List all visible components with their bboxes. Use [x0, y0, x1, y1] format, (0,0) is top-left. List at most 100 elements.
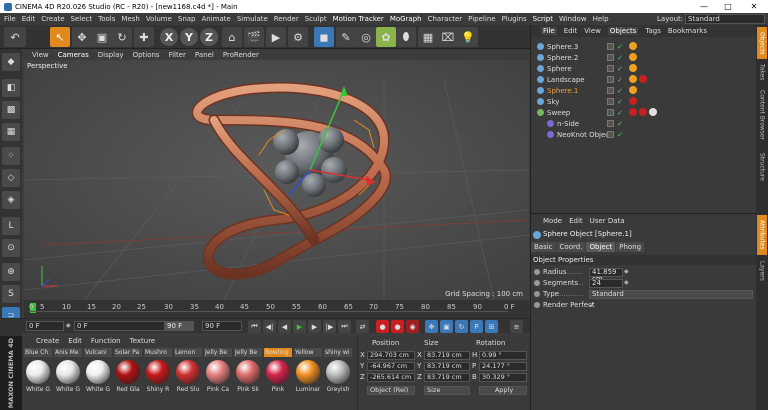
material-item[interactable]: Luminar: [294, 360, 322, 406]
size-z-field[interactable]: 83.719 cm: [424, 373, 470, 382]
object-tag-icon[interactable]: [629, 86, 637, 94]
enable-axis-icon[interactable]: L: [2, 217, 20, 235]
object-name[interactable]: Landscape: [547, 76, 585, 84]
attr-menu-edit[interactable]: Edit: [569, 217, 583, 225]
menu-script[interactable]: Script: [533, 15, 553, 23]
type-anim-dot[interactable]: [534, 291, 540, 297]
enabled-check-icon[interactable]: ✓: [617, 65, 623, 73]
object-row[interactable]: Sphere ✓: [531, 63, 757, 74]
menu-file[interactable]: File: [4, 15, 16, 23]
objects-menu-objects[interactable]: Objects: [607, 27, 639, 35]
object-tag-icon[interactable]: [629, 42, 637, 50]
side-tab-takes[interactable]: Takes: [757, 61, 767, 83]
object-name[interactable]: Sphere: [547, 65, 572, 73]
material-item[interactable]: Red Gla: [114, 360, 142, 406]
menu-sculpt[interactable]: Sculpt: [305, 15, 327, 23]
material-menu-function[interactable]: Function: [91, 337, 121, 345]
pen-icon[interactable]: ✎: [336, 27, 356, 47]
object-name[interactable]: n-Side: [557, 120, 579, 128]
object-row[interactable]: NeoKnot Object ✓: [531, 129, 757, 140]
size-y-field[interactable]: 83.719 cm: [424, 362, 470, 371]
visibility-toggle[interactable]: [607, 120, 614, 127]
autokey-icon[interactable]: ●: [391, 320, 404, 333]
objects-menu-view[interactable]: View: [584, 27, 601, 35]
side-tab-layers[interactable]: Layers: [757, 257, 767, 285]
material-item[interactable]: Pink Ca: [204, 360, 232, 406]
menu-animate[interactable]: Animate: [202, 15, 231, 23]
viewport-menu-view[interactable]: View: [32, 51, 49, 59]
type-select[interactable]: Standard: [589, 290, 753, 299]
object-row[interactable]: Sweep ✓: [531, 107, 757, 118]
material-tab[interactable]: Yellow: [294, 348, 322, 357]
prev-frame-icon[interactable]: ◀: [278, 320, 291, 333]
size-mode-select[interactable]: Size: [424, 386, 470, 395]
enabled-check-icon[interactable]: ✓: [617, 131, 623, 139]
visibility-toggle[interactable]: [607, 43, 614, 50]
material-tab[interactable]: Vulcani: [84, 348, 112, 357]
menu-create[interactable]: Create: [41, 15, 64, 23]
attr-menu-user-data[interactable]: User Data: [590, 217, 625, 225]
objects-menu-edit[interactable]: Edit: [564, 27, 578, 35]
viewport-menu-prorender[interactable]: ProRender: [223, 51, 259, 59]
subdivision-icon[interactable]: ◎: [356, 27, 376, 47]
object-name[interactable]: Sweep: [547, 109, 570, 117]
model-mode-icon[interactable]: ◧: [2, 79, 20, 97]
coordinate-system-icon[interactable]: ⌂: [222, 27, 242, 47]
x-axis-icon[interactable]: X: [160, 28, 178, 46]
solo-icon[interactable]: S: [2, 285, 20, 303]
menu-render[interactable]: Render: [274, 15, 299, 23]
light-icon[interactable]: 💡: [458, 27, 478, 47]
menu-simulate[interactable]: Simulate: [237, 15, 268, 23]
enabled-check-icon[interactable]: ✓: [617, 54, 623, 62]
rot-b-field[interactable]: 30.329 °: [479, 373, 527, 382]
render-picture-viewer-icon[interactable]: ▶: [266, 27, 286, 47]
snap-icon[interactable]: ⊕: [2, 263, 20, 281]
viewport-menu-cameras[interactable]: Cameras: [58, 51, 89, 59]
end-frame-field[interactable]: 90 F: [202, 321, 242, 331]
visibility-toggle[interactable]: [607, 109, 614, 116]
material-tab[interactable]: Jelly Be: [204, 348, 232, 357]
enabled-check-icon[interactable]: ✓: [617, 120, 623, 128]
keyframe-selection-icon[interactable]: ◉: [406, 320, 419, 333]
record-key-icon[interactable]: ●: [376, 320, 389, 333]
material-item[interactable]: White G: [54, 360, 82, 406]
object-row[interactable]: Sky ✓: [531, 96, 757, 107]
coordinate-mode-select[interactable]: Object (Rel): [367, 386, 415, 395]
material-item[interactable]: Shiny R: [144, 360, 172, 406]
visibility-toggle[interactable]: [607, 87, 614, 94]
object-row[interactable]: Landscape ✓: [531, 74, 757, 85]
rotation-key-icon[interactable]: ↻: [455, 320, 468, 333]
visibility-toggle[interactable]: [607, 131, 614, 138]
material-menu-create[interactable]: Create: [36, 337, 59, 345]
tab-coord[interactable]: Coord.: [556, 242, 586, 252]
prev-key-icon[interactable]: ◀|: [263, 320, 276, 333]
undo-icon[interactable]: ↶: [4, 27, 26, 47]
cube-icon[interactable]: ◼: [314, 27, 334, 47]
apply-button[interactable]: Apply: [479, 386, 527, 395]
start-frame-field[interactable]: 0 F: [26, 321, 64, 331]
enabled-check-icon[interactable]: ✓: [617, 76, 623, 84]
menu-mesh[interactable]: Mesh: [121, 15, 139, 23]
side-tab-structure[interactable]: Structure: [757, 147, 767, 187]
menu-plugins[interactable]: Plugins: [502, 15, 527, 23]
go-to-end-icon[interactable]: ⏭: [338, 320, 351, 333]
menu-snap[interactable]: Snap: [178, 15, 196, 23]
maximize-button[interactable]: □: [718, 0, 738, 13]
object-name[interactable]: NeoKnot Object: [557, 131, 612, 139]
start-frame-spin[interactable]: ◆: [66, 322, 71, 329]
enabled-check-icon[interactable]: ✓: [617, 43, 623, 51]
object-tag-icon[interactable]: [639, 108, 647, 116]
play-icon[interactable]: ▶: [293, 320, 306, 333]
objects-menu-tags[interactable]: Tags: [645, 27, 661, 35]
menu-select[interactable]: Select: [71, 15, 93, 23]
object-row[interactable]: n-Side ✓: [531, 118, 757, 129]
tab-object[interactable]: Object: [586, 242, 616, 252]
cloner-icon[interactable]: ✿: [376, 27, 396, 47]
objects-menu-bookmarks[interactable]: Bookmarks: [668, 27, 707, 35]
radius-spin[interactable]: ◆: [624, 268, 629, 275]
close-button[interactable]: ✕: [744, 0, 764, 13]
object-name[interactable]: Sky: [547, 98, 559, 106]
menu-window[interactable]: Window: [559, 15, 587, 23]
object-tag-icon[interactable]: [649, 108, 657, 116]
move-icon[interactable]: ✥: [72, 27, 92, 47]
